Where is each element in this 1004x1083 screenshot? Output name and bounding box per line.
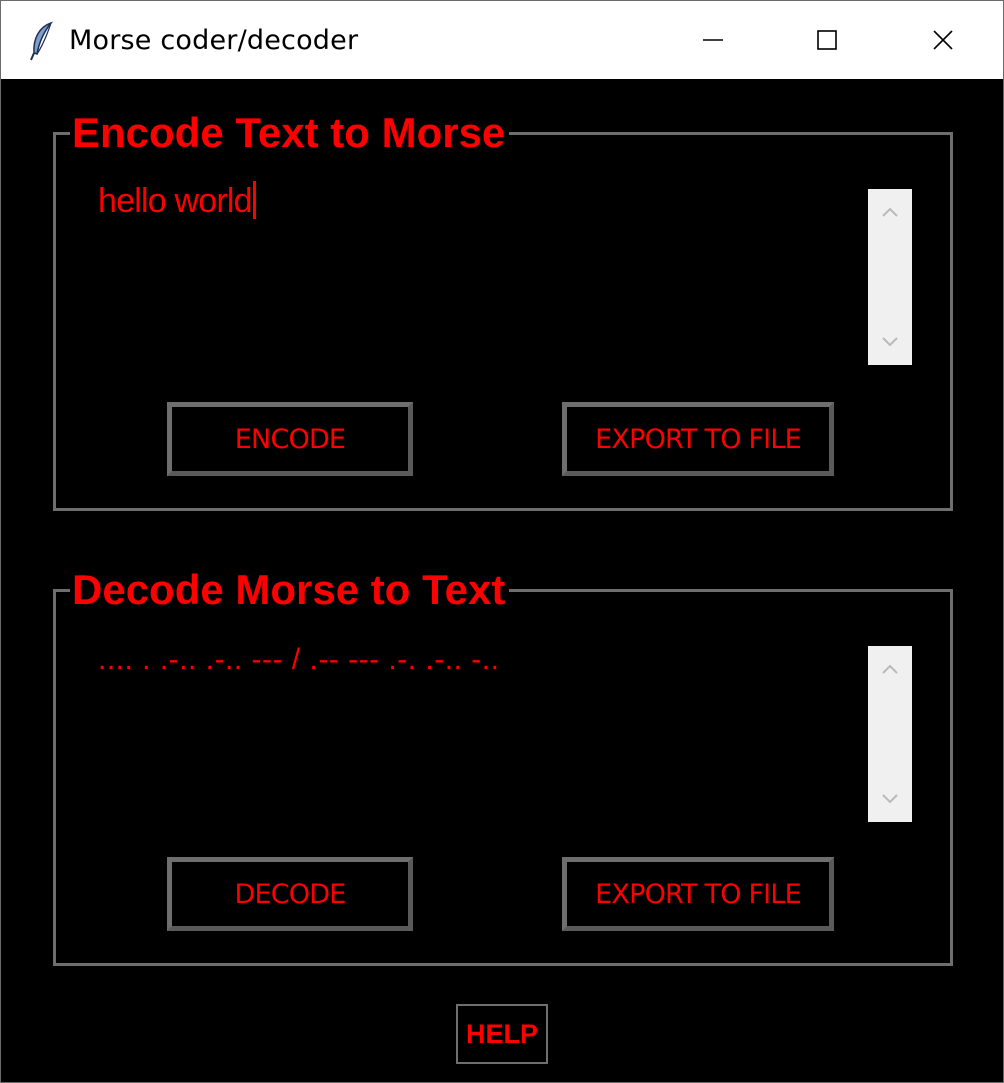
help-button[interactable]: HELP <box>456 1004 548 1064</box>
chevron-down-icon[interactable] <box>868 782 912 816</box>
window-title: Morse coder/decoder <box>69 25 359 56</box>
close-icon <box>932 29 954 51</box>
feather-icon <box>29 21 55 61</box>
decode-scrollbar[interactable] <box>868 646 912 822</box>
encode-scrollbar[interactable] <box>868 189 912 365</box>
decode-text-input[interactable]: .... . .-.. .-.. --- / .-- --- .-. .-.. … <box>98 636 858 816</box>
close-button[interactable] <box>885 1 1001 79</box>
maximize-button[interactable] <box>769 1 885 79</box>
encode-frame-title: Encode Text to Morse <box>70 108 510 158</box>
export-decoded-button[interactable]: EXPORT TO FILE <box>562 857 834 931</box>
decode-button[interactable]: DECODE <box>167 857 413 931</box>
encode-text-value: hello world <box>98 182 253 220</box>
text-cursor <box>252 181 256 219</box>
decode-frame-title: Decode Morse to Text <box>70 565 510 615</box>
decode-frame: Decode Morse to Text .... . .-.. .-.. --… <box>53 565 953 966</box>
encode-button[interactable]: ENCODE <box>167 402 413 476</box>
minimize-button[interactable] <box>655 1 771 79</box>
encode-frame: Encode Text to Morse hello world ENCODE … <box>53 108 953 511</box>
chevron-up-icon[interactable] <box>868 195 912 229</box>
encode-text-input[interactable]: hello world <box>98 179 858 359</box>
export-encoded-button[interactable]: EXPORT TO FILE <box>562 402 834 476</box>
main-content: Encode Text to Morse hello world ENCODE … <box>1 79 1003 1082</box>
chevron-up-icon[interactable] <box>868 652 912 686</box>
title-bar[interactable]: Morse coder/decoder <box>1 1 1003 79</box>
decode-text-value: .... . .-.. .-.. --- / .-- --- .-. .-.. … <box>98 643 500 676</box>
app-window: Morse coder/decoder Encode Text to Morse… <box>0 0 1004 1083</box>
minimize-icon <box>702 29 724 51</box>
maximize-icon <box>816 29 838 51</box>
chevron-down-icon[interactable] <box>868 325 912 359</box>
